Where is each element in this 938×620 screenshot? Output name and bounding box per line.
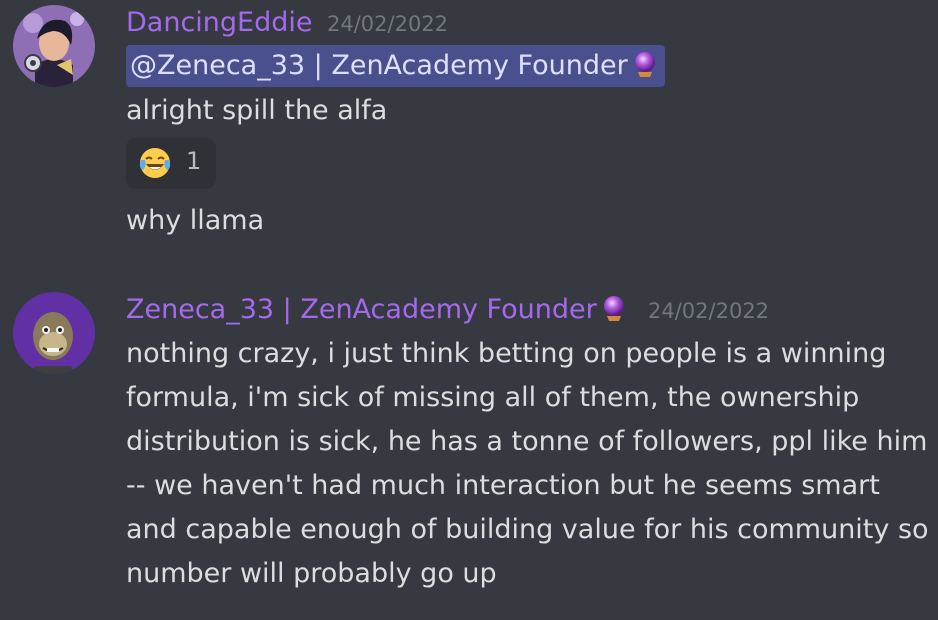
message-text-line: distribution is sick, he has a tonne of …: [126, 426, 928, 457]
author-name[interactable]: DancingEddie: [126, 7, 313, 38]
avatar[interactable]: [13, 5, 95, 87]
message-timestamp: 24/02/2022: [327, 12, 449, 36]
author-name-label: Zeneca_33 | ZenAcademy Founder: [126, 294, 597, 325]
user-mention[interactable]: @Zeneca_33 | ZenAcademy Founder: [126, 45, 665, 87]
crystal-ball-icon: [600, 294, 628, 322]
message-timestamp: 24/02/2022: [648, 299, 770, 323]
author-name[interactable]: Zeneca_33 | ZenAcademy Founder: [126, 294, 628, 325]
message-text-line: and capable enough of building value for…: [126, 514, 929, 545]
reaction-button[interactable]: 1: [126, 138, 216, 189]
avatar[interactable]: [13, 292, 95, 374]
message-text: why llama: [126, 205, 265, 236]
message-text-line: number will probably go up: [126, 558, 497, 589]
message-text-line: -- we haven't had much interaction but h…: [126, 470, 880, 501]
mention-label: @Zeneca_33 | ZenAcademy Founder: [130, 50, 628, 81]
reaction-count: 1: [186, 147, 202, 175]
joy-emoji-icon: [138, 146, 172, 180]
crystal-ball-icon: [631, 49, 659, 77]
message-text: alright spill the alfa: [126, 95, 388, 126]
message-text-line: nothing crazy, i just think betting on p…: [126, 338, 887, 369]
message-text-line: formula, i'm sick of missing all of them…: [126, 382, 860, 413]
